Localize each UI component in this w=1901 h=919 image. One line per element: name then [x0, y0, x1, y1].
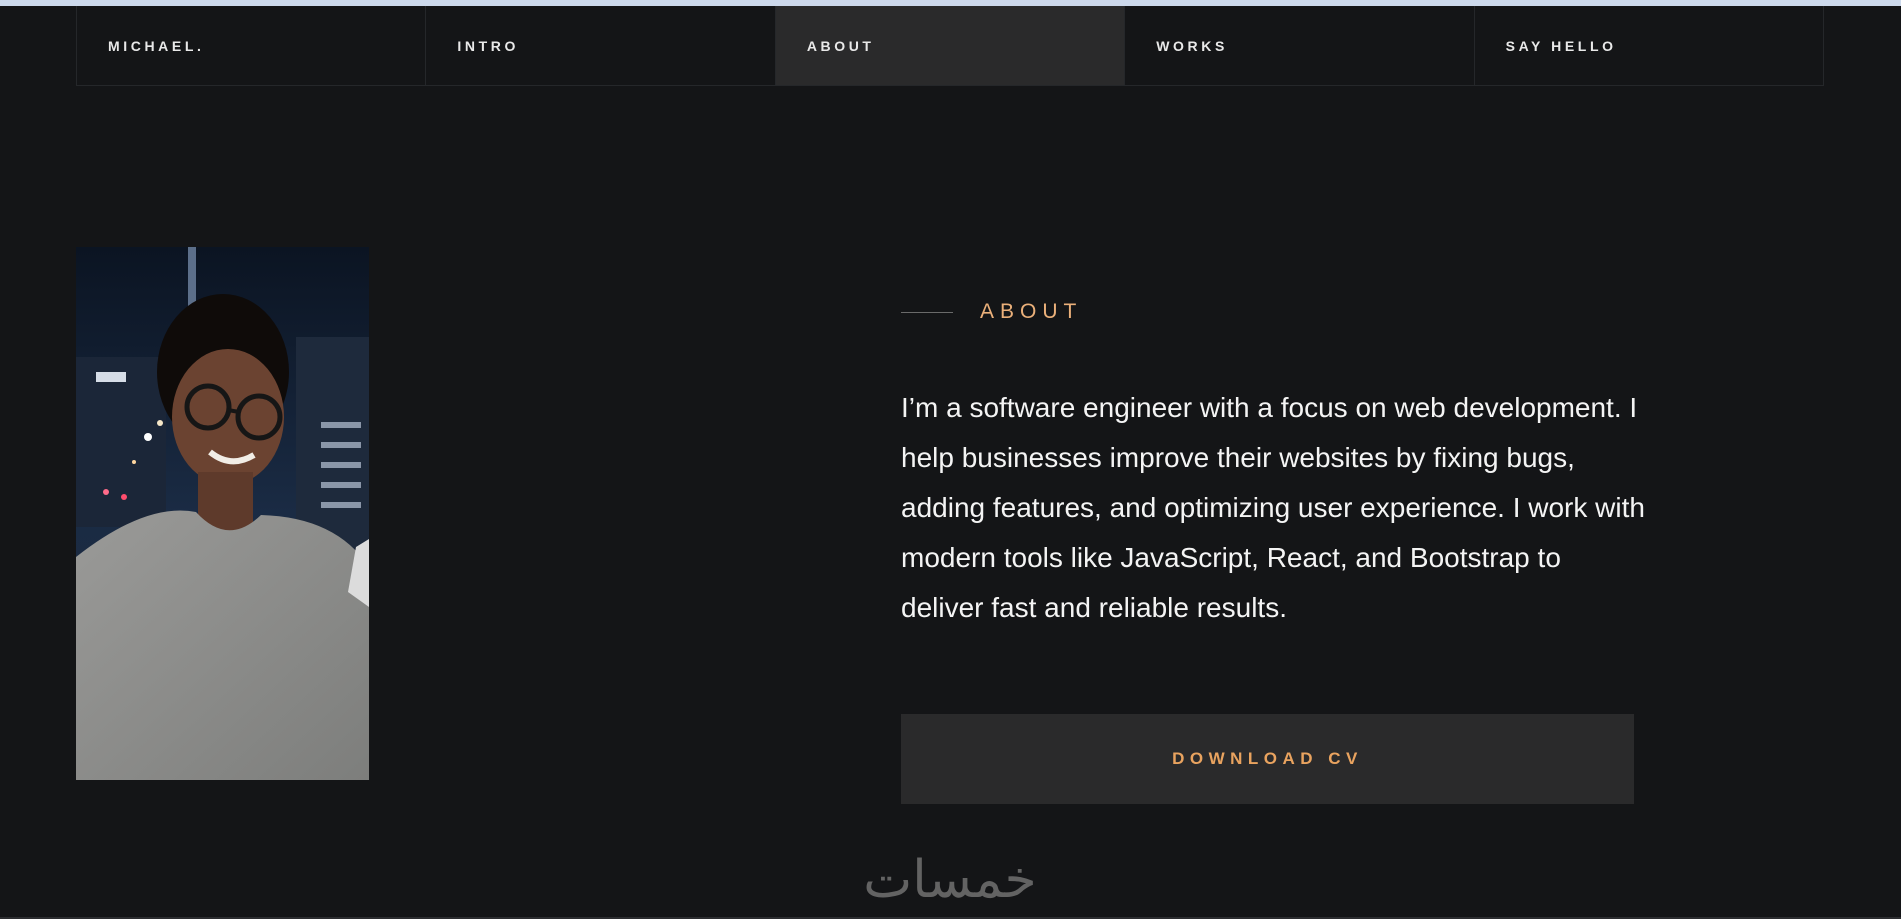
profile-photo-illustration	[76, 247, 369, 780]
about-section-label: ABOUT	[901, 300, 1082, 324]
download-cv-button[interactable]: DOWNLOAD CV	[901, 714, 1634, 804]
nav-item-brand[interactable]: MICHAEL.	[77, 6, 427, 85]
nav-item-say-hello[interactable]: SAY HELLO	[1475, 6, 1823, 85]
nav-item-about[interactable]: ABOUT	[775, 6, 1126, 85]
khamsat-watermark-logo: خمسات	[830, 850, 1070, 910]
watermark-text: خمسات	[863, 850, 1037, 910]
profile-photo	[76, 247, 369, 780]
about-kicker-text: ABOUT	[980, 300, 1083, 323]
about-description: I’m a software engineer with a focus on …	[901, 392, 1645, 623]
nav-item-intro[interactable]: INTRO	[426, 6, 776, 85]
nav-item-works[interactable]: WORKS	[1125, 6, 1475, 85]
kicker-divider	[901, 311, 953, 313]
main-navigation: MICHAEL. INTRO ABOUT WORKS SAY HELLO	[76, 6, 1824, 86]
